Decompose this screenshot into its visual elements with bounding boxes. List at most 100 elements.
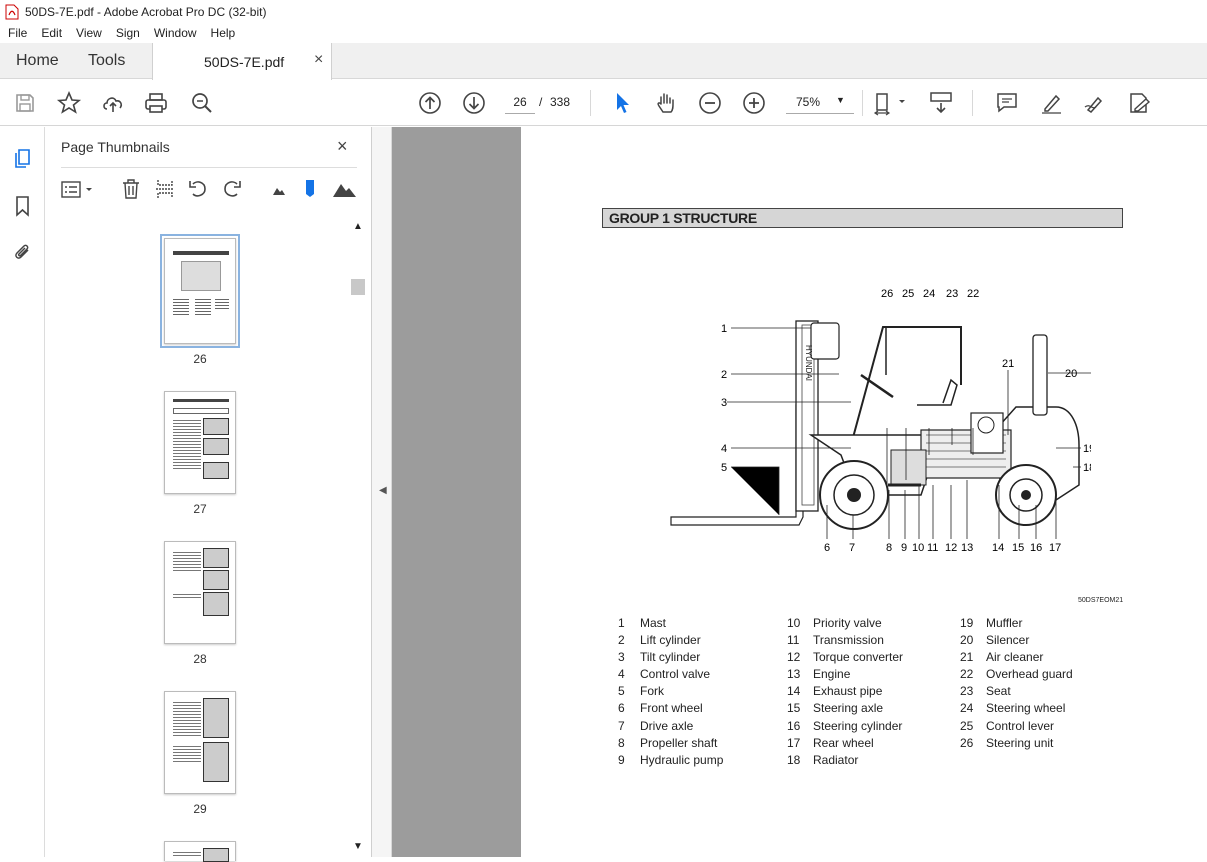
page-separator: / [539,95,543,109]
page-thumbnails-icon[interactable] [12,148,34,170]
callout-6: 6 [824,542,830,554]
menu-sign[interactable]: Sign [109,26,147,40]
rotate-left-icon[interactable] [187,178,209,200]
menu-file[interactable]: File [0,26,34,40]
zoom-search-icon[interactable] [189,90,215,116]
bookmark-marker-icon[interactable] [303,179,317,199]
legend-number: 16 [787,718,801,733]
extract-pages-icon[interactable] [154,178,176,200]
legend-label: Steering axle [813,701,884,716]
thumbnail-tools [45,177,372,207]
thumbnail-page-27[interactable] [164,391,236,494]
legend-number: 21 [960,650,974,665]
tab-document[interactable]: 50DS-7E.pdf × [152,43,332,80]
callout-22: 22 [967,288,979,300]
left-rail [0,127,45,857]
scroll-mode-icon[interactable] [928,90,954,116]
thumbnail-scrollbar[interactable]: ▲ ▼ [350,219,366,857]
legend-label: Control valve [640,667,711,682]
title-bar: 50DS-7E.pdf - Adobe Acrobat Pro DC (32-b… [0,0,1207,23]
thumbnail-label: 27 [193,502,207,516]
rotate-right-icon[interactable] [221,178,243,200]
legend-number: 11 [787,633,800,648]
panel-title: Page Thumbnails [61,139,170,155]
delete-icon[interactable] [120,178,142,200]
callout-24: 24 [923,288,935,300]
callout-12: 12 [945,542,957,554]
thumbnail-page-26[interactable] [160,234,240,348]
menu-view[interactable]: View [69,26,109,40]
legend-number: 17 [787,735,801,750]
page-total: 338 [550,95,571,109]
thumbnail-page-28[interactable] [164,541,236,644]
attachment-icon[interactable] [12,241,34,263]
thumbnail-page-30[interactable] [164,841,236,862]
page-fit-icon[interactable] [873,90,909,116]
tab-tools[interactable]: Tools [88,43,125,79]
panel-collapse-strip[interactable]: ◀ [372,127,392,857]
page-up-icon[interactable] [417,90,443,116]
legend-number: 5 [618,684,625,699]
legend-label: Torque converter [813,650,904,665]
legend-label: Seat [986,684,1011,699]
hand-tool-icon[interactable] [653,90,679,116]
page-down-icon[interactable] [461,90,487,116]
options-menu-icon[interactable] [61,179,97,201]
draw-pen-icon[interactable] [1082,90,1108,116]
page-number-input[interactable] [505,90,535,114]
menu-help[interactable]: Help [204,26,243,40]
zoom-out-icon[interactable] [697,90,723,116]
panel-close-button[interactable]: × [337,136,348,157]
select-cursor-icon[interactable] [609,90,635,116]
bookmark-icon[interactable] [12,195,34,217]
document-viewer[interactable]: GROUP 1 STRUCTURE HYUNDAI 26 25 24 23 22… [392,127,1207,857]
highlight-pen-icon[interactable] [1038,90,1064,116]
legend-number: 9 [618,752,625,767]
legend-label: Transmission [813,633,884,648]
tab-close-button[interactable]: × [314,51,323,69]
legend-label: Steering unit [986,735,1054,750]
pdf-page: GROUP 1 STRUCTURE HYUNDAI 26 25 24 23 22… [521,127,1207,857]
legend-label: Hydraulic pump [640,752,724,767]
callout-21: 21 [1002,358,1014,370]
small-thumbnail-icon[interactable] [271,183,287,197]
star-icon[interactable] [56,90,82,116]
callout-19: 19 [1083,443,1091,455]
large-thumbnail-icon[interactable] [332,179,358,199]
legend-label: Drive axle [640,718,694,733]
legend-number: 1 [618,616,625,630]
menu-window[interactable]: Window [147,26,204,40]
zoom-dropdown[interactable]: 75% ▼ [786,90,854,114]
scroll-down-icon[interactable]: ▼ [353,841,363,852]
legend-label: Steering wheel [986,701,1066,716]
scrollbar-thumb[interactable] [351,279,365,295]
collapse-left-icon[interactable]: ◀ [379,485,387,496]
thumbnail-panel: Page Thumbnails × 26 27 28 29 ▲ ▼ [45,127,372,862]
section-heading: GROUP 1 STRUCTURE [602,208,1123,228]
legend-label: Exhaust pipe [813,684,883,699]
save-icon[interactable] [12,90,38,116]
callout-18: 18 [1083,462,1091,474]
legend-number: 26 [960,735,974,750]
callout-16: 16 [1030,542,1042,554]
thumbnail-page-29[interactable] [164,691,236,794]
legend-label: Tilt cylinder [640,650,701,665]
legend-label: Radiator [813,752,859,767]
zoom-in-icon[interactable] [741,90,767,116]
cloud-upload-icon[interactable] [100,90,126,116]
callout-25: 25 [902,288,914,300]
fill-sign-icon[interactable] [1126,90,1152,116]
panel-divider [61,167,357,168]
tab-home[interactable]: Home [16,43,59,79]
callout-11: 11 [927,542,938,554]
menu-edit[interactable]: Edit [34,26,69,40]
figure-code: 50DS7EOM21 [1078,597,1124,604]
comment-icon[interactable] [994,90,1020,116]
scroll-up-icon[interactable]: ▲ [353,221,363,232]
chevron-down-icon: ▼ [836,95,845,105]
window-title: 50DS-7E.pdf - Adobe Acrobat Pro DC (32-b… [25,4,267,19]
callout-2: 2 [721,369,727,381]
print-icon[interactable] [143,90,169,116]
callout-26: 26 [881,288,893,300]
legend-label: Control lever [986,718,1055,733]
